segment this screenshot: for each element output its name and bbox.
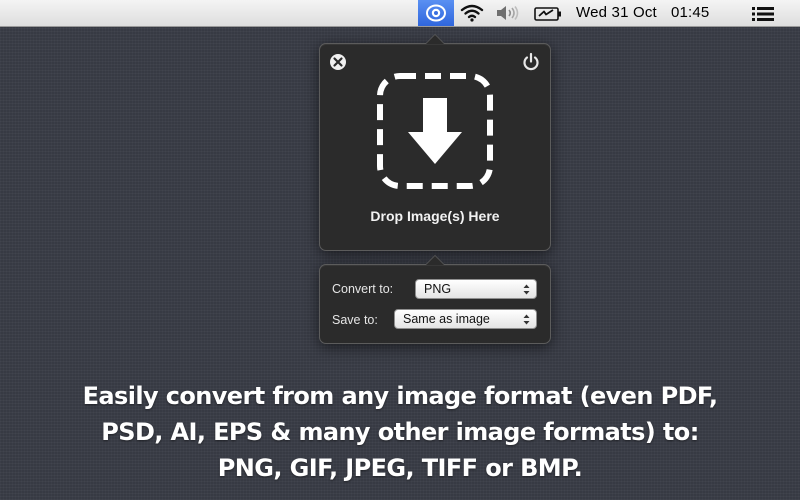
popover-arrow	[425, 34, 445, 44]
save-location-value: Same as image	[403, 312, 490, 326]
notification-list-icon[interactable]	[752, 6, 776, 22]
drop-label: Drop Image(s) Here	[370, 208, 500, 224]
promo-caption: Easily convert from any image format (ev…	[0, 378, 800, 486]
settings-popover: Convert to: PNG Save to: Same as image	[319, 255, 551, 344]
chevron-updown-icon	[523, 314, 530, 325]
menu-bar: Wed 31 Oct 01:45	[0, 0, 800, 27]
caption-line-1: Easily convert from any image format (ev…	[82, 382, 718, 410]
speaker-icon[interactable]	[496, 5, 520, 21]
convert-to-label: Convert to:	[332, 282, 394, 296]
convert-format-value: PNG	[424, 282, 452, 296]
caption-line-3: PNG, GIF, JPEG, TIFF or BMP.	[217, 454, 583, 482]
app-menu-extra[interactable]	[418, 0, 454, 26]
clock-day: Wed 31 Oct	[576, 4, 657, 21]
save-to-label: Save to:	[332, 313, 378, 327]
save-location-select[interactable]: Same as image	[394, 309, 537, 329]
chevron-updown-icon	[523, 284, 530, 295]
download-arrow-icon	[408, 98, 462, 164]
popover-arrow	[425, 255, 445, 265]
clock-time: 01:45	[670, 4, 710, 21]
menu-clock[interactable]: Wed 31 Oct 01:45	[576, 4, 709, 21]
wifi-icon[interactable]	[460, 4, 484, 22]
drop-zone[interactable]	[376, 72, 494, 190]
eye-icon	[426, 4, 446, 22]
close-icon[interactable]	[329, 53, 347, 71]
drop-popover: Drop Image(s) Here	[319, 34, 551, 251]
power-icon[interactable]	[521, 52, 541, 72]
convert-format-select[interactable]: PNG	[415, 279, 537, 299]
caption-line-2: PSD, AI, EPS & many other image formats)…	[101, 418, 699, 446]
battery-charging-icon[interactable]	[534, 7, 562, 21]
